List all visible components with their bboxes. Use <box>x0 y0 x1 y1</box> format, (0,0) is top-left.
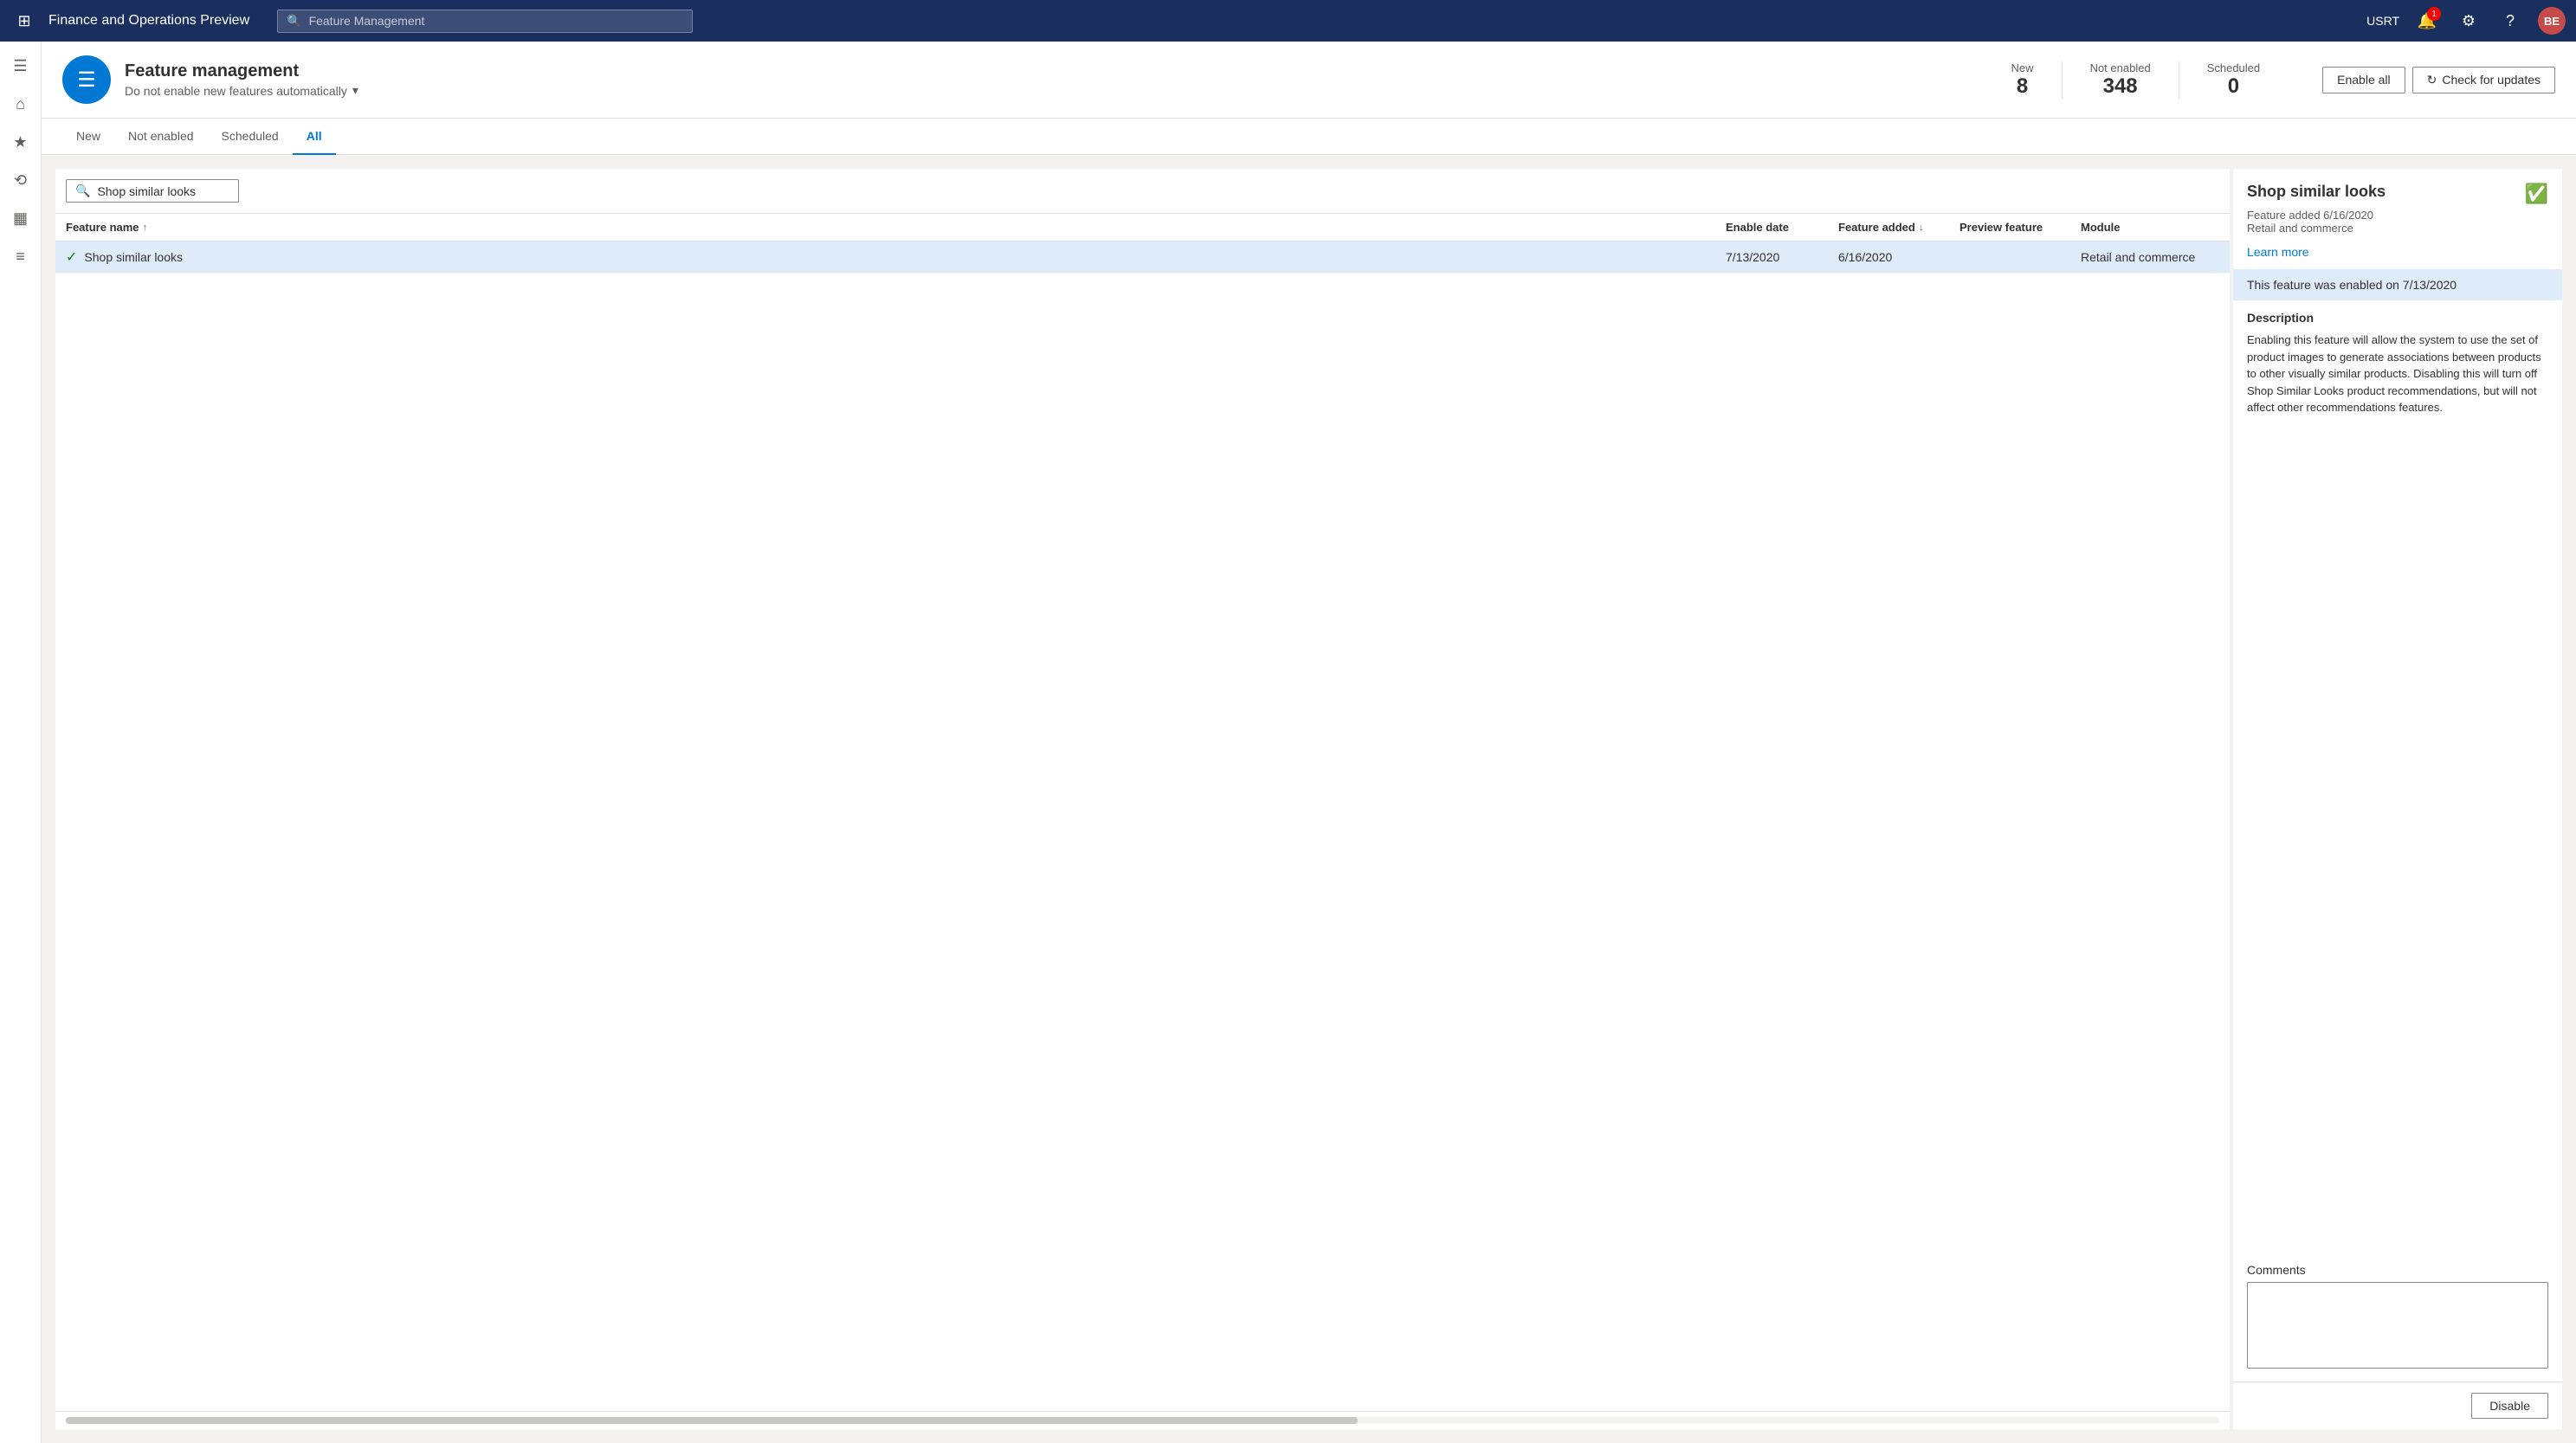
feature-search-icon: 🔍 <box>75 184 90 198</box>
col-module-label: Module <box>2081 221 2121 234</box>
sort-asc-icon: ↑ <box>143 222 148 233</box>
col-feature-added-label: Feature added <box>1838 221 1915 234</box>
feature-search-wrapper[interactable]: 🔍 <box>66 179 239 203</box>
col-feature-name-label: Feature name <box>66 221 139 234</box>
stat-not-enabled-value: 348 <box>2103 74 2138 99</box>
username: USRT <box>2366 14 2399 28</box>
col-module[interactable]: Module <box>2081 221 2219 234</box>
enable-all-button[interactable]: Enable all <box>2322 67 2405 93</box>
stat-not-enabled: Not enabled 348 <box>2063 61 2179 99</box>
enabled-check-icon: ✓ <box>66 248 77 266</box>
detail-meta: Feature added 6/16/2020 Retail and comme… <box>2233 205 2562 245</box>
detail-panel: Shop similar looks ✅ Feature added 6/16/… <box>2233 169 2562 1429</box>
table-header: Feature name ↑ Enable date Feature added… <box>55 214 2230 242</box>
stat-scheduled-label: Scheduled <box>2207 61 2260 74</box>
detail-title: Shop similar looks <box>2247 183 2386 201</box>
sidebar-item-workspaces[interactable]: ▦ <box>3 201 38 235</box>
cell-feature-added: 6/16/2020 <box>1838 250 1959 264</box>
cell-enable-date: 7/13/2020 <box>1726 250 1838 264</box>
page-content: ☰ Feature management Do not enable new f… <box>42 42 2576 1443</box>
notifications-button[interactable]: 🔔 1 <box>2413 7 2441 35</box>
settings-button[interactable]: ⚙ <box>2455 7 2482 35</box>
sidebar-item-list[interactable]: ≡ <box>3 239 38 274</box>
page-icon-symbol: ☰ <box>77 68 96 93</box>
detail-meta-added: Feature added 6/16/2020 <box>2247 209 2548 222</box>
col-preview-feature[interactable]: Preview feature <box>1959 221 2081 234</box>
help-button[interactable]: ? <box>2496 7 2524 35</box>
page-icon: ☰ <box>62 55 111 104</box>
check-updates-button[interactable]: ↻ Check for updates <box>2412 67 2555 93</box>
global-search[interactable]: 🔍 <box>277 10 693 33</box>
page-subtitle-text: Do not enable new features automatically <box>125 84 347 98</box>
search-input[interactable] <box>309 14 684 28</box>
stat-not-enabled-label: Not enabled <box>2090 61 2151 74</box>
description-text: Enabling this feature will allow the sys… <box>2247 332 2548 416</box>
content-area: 🔍 Feature name ↑ Enable date <box>42 155 2576 1443</box>
page-title-section: Feature management Do not enable new fea… <box>125 61 1970 98</box>
feature-search-input[interactable] <box>97 184 229 198</box>
detail-header: Shop similar looks ✅ <box>2233 169 2562 205</box>
grid-icon[interactable]: ⊞ <box>10 7 38 35</box>
detail-enabled-icon: ✅ <box>2525 183 2548 205</box>
avatar[interactable]: BE <box>2538 7 2566 35</box>
learn-more-link[interactable]: Learn more <box>2233 245 2562 259</box>
sidebar-item-hamburger[interactable]: ☰ <box>3 48 38 83</box>
tab-scheduled[interactable]: Scheduled <box>208 119 293 155</box>
stats-section: New 8 Not enabled 348 Scheduled 0 <box>1984 61 2289 99</box>
page-title: Feature management <box>125 61 1970 81</box>
cell-module: Retail and commerce <box>2081 250 2219 264</box>
col-feature-added[interactable]: Feature added ↓ <box>1838 221 1959 234</box>
notification-badge: 1 <box>2427 7 2441 21</box>
app-title: Finance and Operations Preview <box>48 13 249 29</box>
cell-feature-name: ✓ Shop similar looks <box>66 248 1726 266</box>
col-enable-date-label: Enable date <box>1726 221 1789 234</box>
col-enable-date[interactable]: Enable date <box>1726 221 1838 234</box>
page-header: ☰ Feature management Do not enable new f… <box>42 42 2576 119</box>
tab-all[interactable]: All <box>293 119 336 155</box>
feature-list-panel: 🔍 Feature name ↑ Enable date <box>55 169 2230 1429</box>
detail-footer: Disable <box>2233 1382 2562 1429</box>
stat-new-value: 8 <box>2017 74 2028 99</box>
search-bar: 🔍 <box>55 169 2230 214</box>
tabs-bar: New Not enabled Scheduled All <box>42 119 2576 155</box>
page-subtitle[interactable]: Do not enable new features automatically… <box>125 83 1970 98</box>
detail-meta-module: Retail and commerce <box>2247 222 2548 235</box>
topbar: ⊞ Finance and Operations Preview 🔍 USRT … <box>0 0 2576 42</box>
feature-table: Feature name ↑ Enable date Feature added… <box>55 214 2230 1411</box>
sidebar-item-home[interactable]: ⌂ <box>3 87 38 121</box>
tab-new[interactable]: New <box>62 119 114 155</box>
chevron-down-icon: ▾ <box>352 83 358 98</box>
check-updates-label: Check for updates <box>2442 73 2540 87</box>
sidebar: ☰ ⌂ ★ ⟲ ▦ ≡ <box>0 42 42 1443</box>
sort-desc-icon: ↓ <box>1919 222 1924 233</box>
description-title: Description <box>2247 311 2548 325</box>
detail-comments-section: Comments <box>2233 1253 2562 1382</box>
detail-enabled-banner: This feature was enabled on 7/13/2020 <box>2233 269 2562 300</box>
sidebar-item-favorites[interactable]: ★ <box>3 125 38 159</box>
search-icon: 🔍 <box>287 14 301 29</box>
stat-scheduled: Scheduled 0 <box>2179 61 2288 99</box>
header-actions: Enable all ↻ Check for updates <box>2322 67 2555 93</box>
sidebar-item-recent[interactable]: ⟲ <box>3 163 38 197</box>
scroll-track <box>66 1417 2219 1424</box>
comments-label: Comments <box>2247 1263 2548 1277</box>
topbar-right: USRT 🔔 1 ⚙ ? BE <box>2366 7 2566 35</box>
tab-not-enabled[interactable]: Not enabled <box>114 119 208 155</box>
table-row[interactable]: ✓ Shop similar looks 7/13/2020 6/16/2020… <box>55 242 2230 274</box>
stat-new-label: New <box>2011 61 2034 74</box>
comments-textarea[interactable] <box>2247 1282 2548 1369</box>
stat-scheduled-value: 0 <box>2228 74 2239 99</box>
col-preview-feature-label: Preview feature <box>1959 221 2043 234</box>
stat-new: New 8 <box>1984 61 2063 99</box>
refresh-icon: ↻ <box>2427 73 2437 87</box>
horizontal-scrollbar[interactable] <box>55 1411 2230 1429</box>
main-layout: ☰ ⌂ ★ ⟲ ▦ ≡ ☰ Feature management Do not … <box>0 42 2576 1443</box>
detail-description-section: Description Enabling this feature will a… <box>2233 311 2562 1253</box>
feature-name-text: Shop similar looks <box>84 250 183 264</box>
disable-button[interactable]: Disable <box>2471 1393 2548 1419</box>
col-feature-name[interactable]: Feature name ↑ <box>66 221 1726 234</box>
scroll-thumb[interactable] <box>66 1417 1358 1424</box>
